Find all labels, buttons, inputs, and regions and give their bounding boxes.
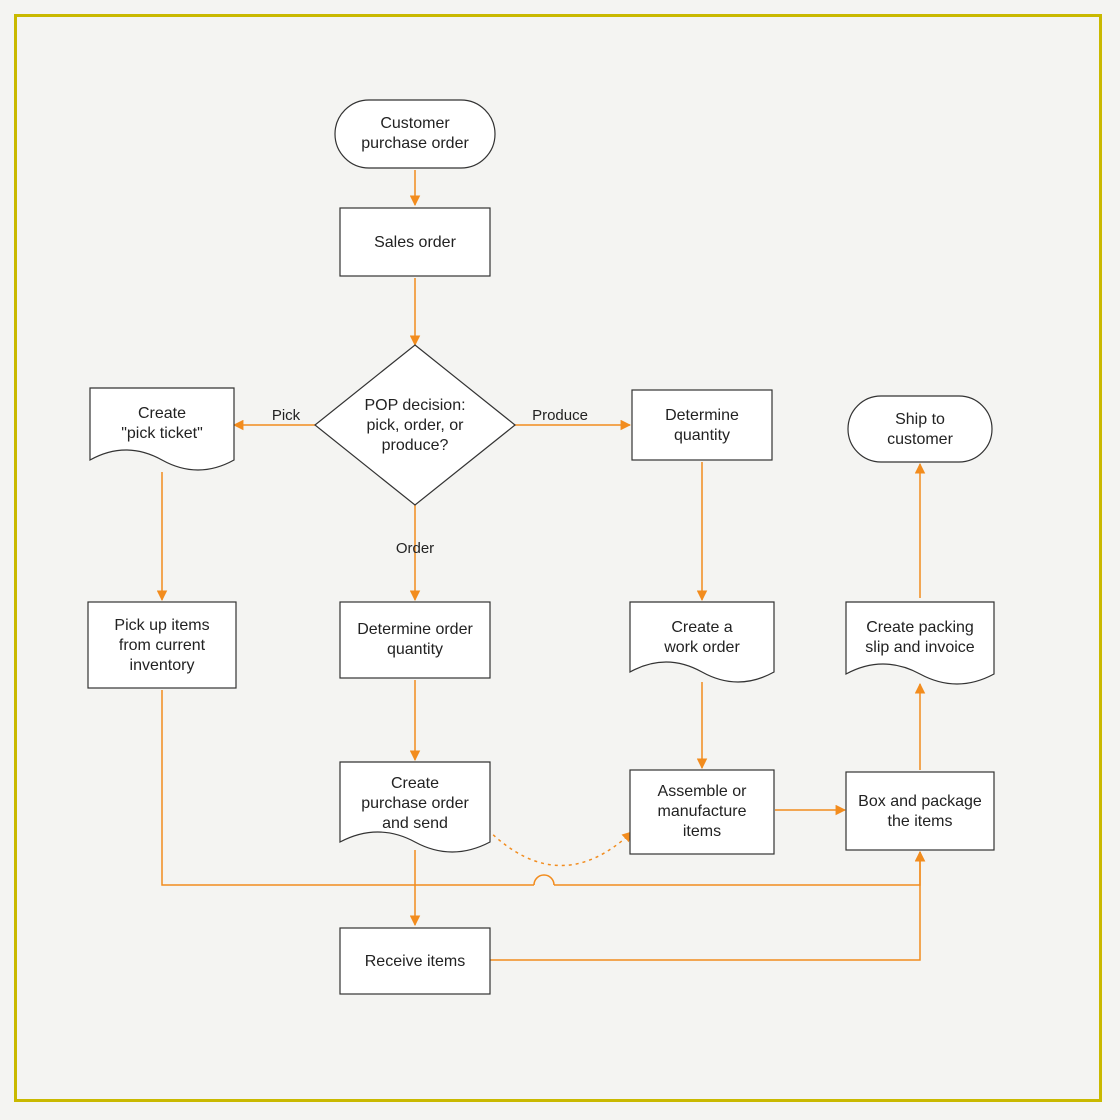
- node-box-and-package: Box and package the items: [846, 772, 994, 850]
- node-pickup-line3: inventory: [130, 657, 195, 674]
- node-assemble-line3: items: [683, 823, 721, 840]
- node-determine-order-quantity: Determine order quantity: [340, 602, 490, 678]
- node-assemble-line2: manufacture: [658, 803, 747, 820]
- node-decision-line2: pick, order, or: [367, 417, 465, 434]
- node-customer-purchase-order: Customer purchase order: [335, 100, 495, 168]
- node-create-work-order: Create a work order: [630, 602, 774, 682]
- node-pick-up-items: Pick up items from current inventory: [88, 602, 236, 688]
- node-workorder-line1: Create a: [671, 619, 732, 636]
- node-packing-line1: Create packing: [866, 619, 974, 636]
- node-box-line1: Box and package: [858, 793, 982, 810]
- node-ship-line2: customer: [887, 431, 953, 448]
- edge-pickup-jump: [534, 875, 554, 885]
- node-start-line2: purchase order: [361, 135, 469, 152]
- node-start-line1: Customer: [380, 115, 450, 132]
- node-create-packing-slip: Create packing slip and invoice: [846, 602, 994, 684]
- node-detorderqty-line2: quantity: [387, 641, 443, 658]
- node-receive-line1: Receive items: [365, 953, 465, 970]
- edge-createpo-to-assemble-dotted: [488, 830, 632, 866]
- node-assemble-line1: Assemble or: [658, 783, 748, 800]
- node-packing-line2: slip and invoice: [865, 639, 975, 656]
- edge-label-pick: Pick: [272, 407, 301, 424]
- node-create-pick-ticket: Create "pick ticket": [90, 388, 234, 470]
- edge-label-order: Order: [396, 540, 434, 557]
- node-box-line2: the items: [888, 813, 953, 830]
- edge-label-produce: Produce: [532, 407, 588, 424]
- node-create-purchase-order: Create purchase order and send: [340, 762, 490, 852]
- node-detorderqty-line1: Determine order: [357, 621, 473, 638]
- node-ship-to-customer: Ship to customer: [848, 396, 992, 462]
- node-createpo-line2: purchase order: [361, 795, 469, 812]
- node-workorder-line2: work order: [663, 639, 740, 656]
- node-determine-quantity: Determine quantity: [632, 390, 772, 460]
- flowchart-canvas: Pick Produce Order Customer p: [0, 0, 1120, 1120]
- edge-receive-to-box: [490, 852, 920, 960]
- node-receive-items: Receive items: [340, 928, 490, 994]
- node-createpo-line1: Create: [391, 775, 439, 792]
- node-sales-order: Sales order: [340, 208, 490, 276]
- node-detqty-line2: quantity: [674, 427, 730, 444]
- node-pickup-line1: Pick up items: [114, 617, 209, 634]
- node-pop-decision: POP decision: pick, order, or produce?: [315, 345, 515, 505]
- node-pickticket-line2: "pick ticket": [121, 425, 203, 442]
- node-createpo-line3: and send: [382, 815, 448, 832]
- node-sales-line1: Sales order: [374, 234, 456, 251]
- node-decision-line1: POP decision:: [364, 397, 465, 414]
- node-ship-line1: Ship to: [895, 411, 945, 428]
- node-decision-line3: produce?: [382, 437, 449, 454]
- node-detqty-line1: Determine: [665, 407, 739, 424]
- node-pickticket-line1: Create: [138, 405, 186, 422]
- node-assemble-items: Assemble or manufacture items: [630, 770, 774, 854]
- edge-pickup-to-merge-b: [554, 852, 920, 885]
- node-pickup-line2: from current: [119, 637, 206, 654]
